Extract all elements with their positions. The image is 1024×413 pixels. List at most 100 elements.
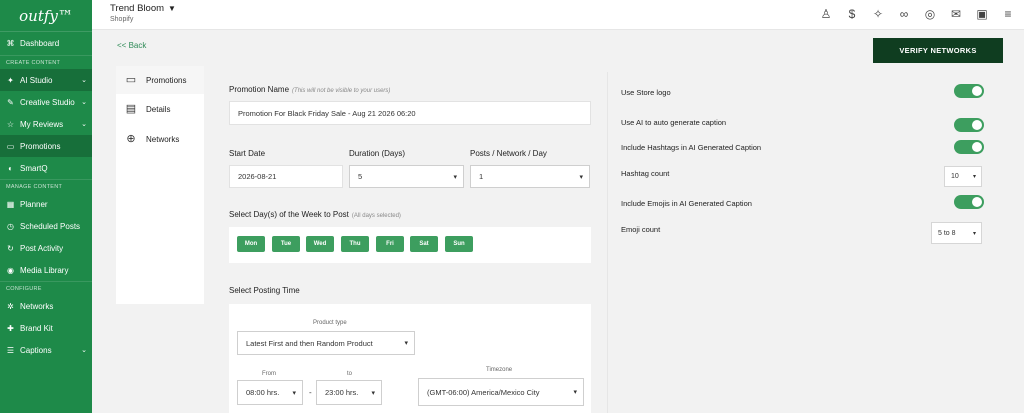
day-sat-button[interactable]: Sat: [410, 236, 438, 252]
dashboard-icon: ⌘: [6, 38, 15, 48]
chevron-down-icon: ▾: [972, 230, 976, 237]
sidebar-item-label: AI Studio: [20, 75, 53, 85]
user-icon[interactable]: ♙: [818, 6, 834, 22]
sidebar-item-planner[interactable]: ▦ Planner: [0, 193, 92, 215]
sidebar-item-post-activity[interactable]: ↻ Post Activity: [0, 237, 92, 259]
posts-value: 1: [479, 172, 484, 181]
store-name: Trend Bloom: [110, 3, 165, 14]
creative-studio-icon: ✎: [7, 97, 14, 107]
posts-select[interactable]: 1 ▾: [470, 165, 590, 188]
sidebar-item-networks[interactable]: ✲ Networks: [0, 295, 92, 317]
day-wed-button[interactable]: Wed: [306, 236, 334, 252]
time-separator: -: [309, 388, 312, 397]
to-time-value: 23:00 hrs.: [325, 388, 359, 397]
app-logo[interactable]: outfy™: [0, 0, 92, 32]
emoji-count-select[interactable]: 5 to 8 ▾: [931, 222, 982, 244]
tab-promotions[interactable]: ▭ Promotions: [116, 66, 204, 94]
sidebar-item-label: Networks: [20, 301, 54, 311]
sidebar-item-label: Scheduled Posts: [20, 221, 81, 231]
include-emojis-toggle[interactable]: [954, 195, 984, 209]
top-bar: Trend Bloom ▼ Shopify ♙ $ ✧ ∞ ◎ ✉ ▣ ≡: [92, 0, 1024, 30]
include-emojis-label: Include Emojis in AI Generated Caption: [621, 199, 752, 208]
billing-icon[interactable]: $: [844, 6, 860, 22]
back-link[interactable]: << Back: [117, 41, 146, 50]
promotion-name-input[interactable]: Promotion For Black Friday Sale - Aug 21…: [229, 101, 591, 125]
tab-networks[interactable]: ⊕ Networks: [116, 124, 204, 154]
sidebar-item-label: Creative Studio: [20, 97, 75, 107]
learn-icon[interactable]: ▣: [974, 6, 990, 22]
sidebar-item-smartq[interactable]: ◐ SmartQ: [0, 157, 92, 179]
posting-time-label: Select Posting Time: [229, 286, 300, 295]
nav-section-create: CREATE CONTENT: [0, 55, 92, 69]
store-platform: Shopify: [110, 16, 134, 23]
use-store-logo-label: Use Store logo: [621, 88, 671, 97]
chevron-down-icon: ▾: [453, 173, 457, 181]
start-date-input[interactable]: 2026-08-21: [229, 165, 343, 188]
product-type-label: Product type: [313, 320, 347, 326]
day-mon-button[interactable]: Mon: [237, 236, 265, 252]
promotion-tabs: ▭ Promotions ▤ Details ⊕ Networks: [116, 66, 204, 304]
sidebar-item-brand-kit[interactable]: ✚ Brand Kit: [0, 317, 92, 339]
sidebar-item-label: Promotions: [20, 141, 61, 151]
promotion-name-label-text: Promotion Name: [229, 85, 290, 94]
timezone-value: (GMT-06:00) America/Mexico City: [427, 387, 540, 397]
support-icon[interactable]: ◎: [922, 6, 938, 22]
to-time-select[interactable]: 23:00 hrs. ▾: [316, 380, 382, 405]
days-selector: Mon Tue Wed Thu Fri Sat Sun: [229, 227, 591, 263]
sidebar-item-scheduled-posts[interactable]: ◷ Scheduled Posts: [0, 215, 92, 237]
day-fri-button[interactable]: Fri: [376, 236, 404, 252]
chevron-down-icon: ⌄: [81, 347, 87, 354]
sidebar-item-media-library[interactable]: ◉ Media Library: [0, 259, 92, 281]
sidebar-item-creative-studio[interactable]: ✎ Creative Studio ⌄: [0, 91, 92, 113]
chevron-down-icon: ⌄: [81, 121, 87, 128]
magic-wand-icon[interactable]: ✧: [870, 6, 886, 22]
menu-icon[interactable]: ≡: [1000, 6, 1016, 22]
day-sun-button[interactable]: Sun: [445, 236, 473, 252]
sidebar-item-promotions[interactable]: ▭ Promotions: [0, 135, 92, 157]
use-store-logo-toggle[interactable]: [954, 84, 984, 98]
verify-networks-button[interactable]: VERIFY NETWORKS: [873, 38, 1003, 63]
hashtag-count-select[interactable]: 10 ▾: [944, 166, 982, 187]
promotions-icon: ▭: [6, 141, 15, 151]
sidebar-item-label: Media Library: [20, 265, 69, 275]
timezone-select[interactable]: (GMT-06:00) America/Mexico City ▾: [418, 378, 584, 406]
chevron-down-icon: ▾: [292, 389, 296, 397]
chevron-down-icon: ▾: [972, 174, 976, 180]
handshake-icon[interactable]: ∞: [896, 6, 912, 22]
notifications-icon[interactable]: ✉: [948, 6, 964, 22]
from-label: From: [262, 371, 276, 377]
sidebar-item-my-reviews[interactable]: ☆ My Reviews ⌄: [0, 113, 92, 135]
sidebar-item-label: SmartQ: [20, 163, 48, 173]
timezone-label: Timezone: [486, 367, 513, 373]
duration-select[interactable]: 5 ▾: [349, 165, 464, 188]
duration-label: Duration (Days): [349, 149, 406, 158]
include-hashtags-toggle[interactable]: [954, 140, 984, 154]
sidebar-item-ai-studio[interactable]: ✦ AI Studio ⌄: [0, 69, 92, 91]
promotion-name-label: Promotion Name (This will not be visible …: [229, 85, 390, 94]
sidebar: outfy™ ⌘ Dashboard CREATE CONTENT ✦ AI S…: [0, 0, 92, 413]
globe-icon: ⊕: [126, 133, 136, 145]
sidebar-item-captions[interactable]: ☰ Captions ⌄: [0, 339, 92, 361]
ai-caption-toggle[interactable]: [954, 118, 984, 132]
posts-label: Posts / Network / Day: [470, 149, 547, 158]
tab-details[interactable]: ▤ Details: [116, 94, 204, 124]
chevron-down-icon: ⌄: [81, 77, 87, 84]
product-type-select[interactable]: Latest First and then Random Product ▾: [237, 331, 415, 355]
day-tue-button[interactable]: Tue: [272, 236, 300, 252]
day-thu-button[interactable]: Thu: [341, 236, 369, 252]
tab-label: Networks: [146, 134, 180, 144]
emoji-count-label: Emoji count: [621, 225, 661, 234]
promotion-name-note: (This will not be visible to your users): [292, 88, 391, 94]
sidebar-item-dashboard[interactable]: ⌘ Dashboard: [0, 32, 92, 54]
start-date-label: Start Date: [229, 149, 266, 158]
from-time-select[interactable]: 08:00 hrs. ▾: [237, 380, 303, 405]
caret-down-icon: ▼: [168, 4, 176, 13]
planner-icon: ▦: [6, 199, 15, 209]
product-type-value: Latest First and then Random Product: [246, 338, 373, 348]
sidebar-item-label: Brand Kit: [20, 323, 53, 333]
scheduled-posts-icon: ◷: [7, 221, 14, 231]
captions-icon: ☰: [6, 345, 15, 355]
store-switcher[interactable]: Trend Bloom ▼: [110, 3, 176, 14]
brand-kit-icon: ✚: [7, 323, 14, 333]
emoji-count-value: 5 to 8: [938, 229, 956, 237]
